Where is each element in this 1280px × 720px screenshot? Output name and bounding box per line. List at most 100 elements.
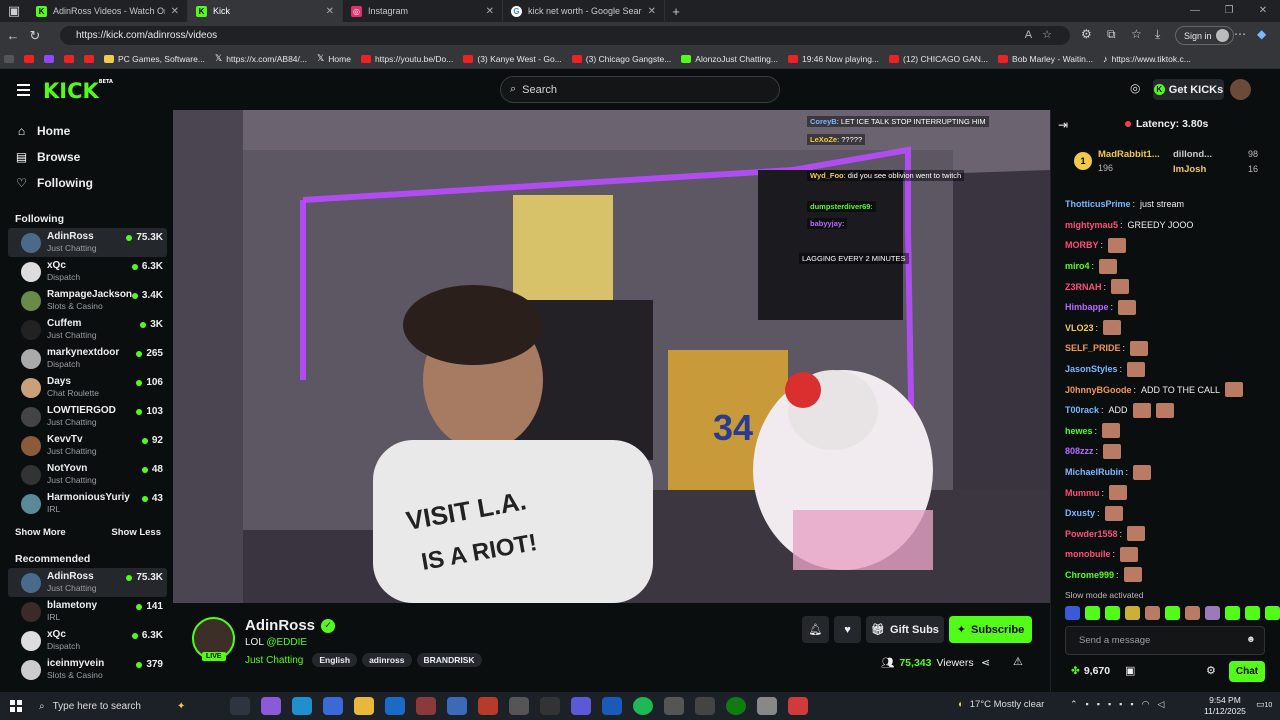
browser-tab[interactable]: ◎ Instagram ✕: [343, 0, 503, 22]
gift-icon[interactable]: ▣: [1125, 664, 1135, 677]
app-icon[interactable]: [447, 697, 467, 715]
channel-item[interactable]: xQc Dispatch 6.3K: [8, 626, 167, 655]
chat-username[interactable]: SELF_PRIDE: [1065, 343, 1121, 353]
channel-item[interactable]: AdinRoss Just Chatting 75.3K: [8, 568, 167, 597]
close-window-icon[interactable]: ✕: [1246, 0, 1280, 22]
bookmark-youtube-icon[interactable]: [24, 54, 34, 63]
extensions-icon[interactable]: ⚙: [1081, 27, 1092, 41]
bookmark[interactable]: AlonzoJust Chatting...: [681, 54, 778, 64]
channel-item[interactable]: NotYovn Just Chatting 48: [8, 460, 167, 489]
volume-icon[interactable]: ◁: [1157, 699, 1164, 710]
chat-username[interactable]: miro4: [1065, 261, 1090, 271]
show-less-button[interactable]: Show Less: [111, 527, 161, 538]
nav-home[interactable]: ⌂ Home: [0, 118, 173, 144]
gifter-name[interactable]: dillond...: [1173, 149, 1212, 160]
user-avatar[interactable]: [1230, 79, 1251, 100]
bookmark-icon-only[interactable]: [4, 54, 14, 63]
bookmark-twitch-icon[interactable]: [44, 54, 54, 63]
chat-username[interactable]: ThotticusPrime: [1065, 199, 1131, 209]
url-field[interactable]: https://kick.com/adinross/videos A☆: [60, 26, 1070, 45]
bookmark[interactable]: 𝕏https://x.com/AB84/...: [215, 53, 307, 64]
window-menu-icon[interactable]: ▣: [0, 3, 28, 19]
chat-username[interactable]: Z3RNAH: [1065, 282, 1102, 292]
emote-icon[interactable]: [1125, 606, 1140, 620]
bookmark[interactable]: (3) Kanye West - Go...: [463, 54, 562, 64]
chat-username[interactable]: hewes: [1065, 426, 1093, 436]
channel-points[interactable]: ✤ 9,670: [1071, 665, 1110, 677]
store-icon[interactable]: [323, 697, 343, 715]
collapse-chat-icon[interactable]: ⇥: [1058, 118, 1068, 132]
copilot-icon[interactable]: ◆: [1257, 27, 1266, 41]
browser-tab[interactable]: K AdinRoss Videos - Watch On ✕: [28, 0, 188, 22]
follow-button[interactable]: ♥: [834, 616, 861, 643]
new-tab-icon[interactable]: +: [665, 4, 687, 19]
app-icon[interactable]: [571, 697, 591, 715]
favorites-icon[interactable]: ☆: [1131, 27, 1142, 41]
nav-browse[interactable]: ▤ Browse: [0, 144, 173, 170]
chat-username[interactable]: mightymau5: [1065, 220, 1118, 230]
spotify-icon[interactable]: [633, 697, 653, 715]
app-icon[interactable]: [757, 697, 777, 715]
emoji-icon[interactable]: ☻: [1246, 634, 1256, 645]
send-message-input[interactable]: Send a message ☻: [1065, 626, 1265, 655]
menu-icon[interactable]: [17, 84, 30, 99]
bookmark[interactable]: PC Games, Software...: [104, 54, 205, 64]
chat-username[interactable]: monobuile: [1065, 549, 1111, 559]
emote-icon[interactable]: [1065, 606, 1080, 620]
sign-in-button[interactable]: Sign in: [1175, 26, 1234, 45]
channel-item[interactable]: blametony IRL 141: [8, 597, 167, 626]
chat-username[interactable]: J0hnnyBGoode: [1065, 385, 1132, 395]
category-link[interactable]: Just Chatting: [245, 655, 303, 666]
channel-item[interactable]: iceinmyvein Slots & Casino 379: [8, 655, 167, 684]
notification-center-icon[interactable]: ▭10: [1256, 699, 1272, 710]
downloads-icon[interactable]: ⤓: [1155, 27, 1160, 42]
app-icon[interactable]: [540, 697, 560, 715]
report-icon[interactable]: ⚠: [1013, 655, 1023, 668]
file-explorer-icon[interactable]: [354, 697, 374, 715]
tray-app-icon[interactable]: ▪: [1119, 699, 1122, 710]
channel-item[interactable]: RampageJackson Slots & Casino 3.4K: [8, 286, 167, 315]
chat-send-button[interactable]: Chat: [1229, 661, 1265, 682]
channel-item[interactable]: Days Chat Roulette 106: [8, 373, 167, 402]
share-icon[interactable]: ⋖: [981, 656, 990, 669]
minimize-icon[interactable]: —: [1178, 0, 1212, 22]
close-tab-icon[interactable]: ✕: [171, 6, 179, 17]
tag-pill[interactable]: BRANDRISK: [416, 653, 482, 667]
close-tab-icon[interactable]: ✕: [648, 6, 656, 17]
chat-username[interactable]: MORBY: [1065, 240, 1099, 250]
taskbar-search[interactable]: ⌕ Type here to search ✦: [33, 696, 218, 716]
channel-item[interactable]: HarmoniousYuriy IRL 43: [8, 489, 167, 518]
close-tab-icon[interactable]: ✕: [326, 6, 334, 17]
video-player[interactable]: 34 VISIT L.A. IS A RIOT! CoreyB: LET ICE…: [173, 110, 1050, 603]
split-screen-icon[interactable]: ⧉: [1107, 27, 1116, 42]
bookmark[interactable]: (12) CHICAGO GAN...: [889, 54, 988, 64]
app-icon[interactable]: [788, 697, 808, 715]
chat-username[interactable]: T00rack: [1065, 405, 1099, 415]
edge-icon[interactable]: [292, 697, 312, 715]
task-view-icon[interactable]: [230, 697, 250, 715]
close-tab-icon[interactable]: ✕: [486, 6, 494, 17]
emote-icon[interactable]: [1225, 606, 1240, 620]
wifi-icon[interactable]: ◠: [1142, 699, 1150, 710]
emote-icon[interactable]: [1265, 606, 1280, 620]
emote-icon[interactable]: [1165, 606, 1180, 620]
copilot-app-icon[interactable]: [261, 697, 281, 715]
chat-settings-icon[interactable]: ⚙: [1206, 664, 1216, 677]
search-input[interactable]: ⌕ Search: [500, 76, 780, 103]
maximize-icon[interactable]: ❐: [1212, 0, 1246, 22]
channel-item[interactable]: KevvTv Just Chatting 92: [8, 431, 167, 460]
bookmark[interactable]: ♪ https://www.tiktok.c...: [1103, 54, 1191, 64]
kick-logo[interactable]: KICKBETA: [43, 79, 113, 103]
app-icon[interactable]: [664, 697, 684, 715]
app-icon[interactable]: [478, 697, 498, 715]
windows-start-icon[interactable]: [10, 700, 22, 712]
chat-username[interactable]: Mummu: [1065, 488, 1100, 498]
subscribe-button[interactable]: ✦ Subscribe: [949, 616, 1032, 643]
tag-pill[interactable]: English: [312, 653, 358, 667]
tag-pill[interactable]: adinross: [362, 653, 412, 667]
clock[interactable]: 9:54 PM 11/12/2025: [1204, 695, 1246, 717]
chat-username[interactable]: 808zzz: [1065, 446, 1094, 456]
channel-item[interactable]: AdinRoss Just Chatting 75.3K: [8, 228, 167, 257]
emote-icon[interactable]: [1145, 606, 1160, 620]
nav-following[interactable]: ♡ Following: [0, 170, 173, 196]
